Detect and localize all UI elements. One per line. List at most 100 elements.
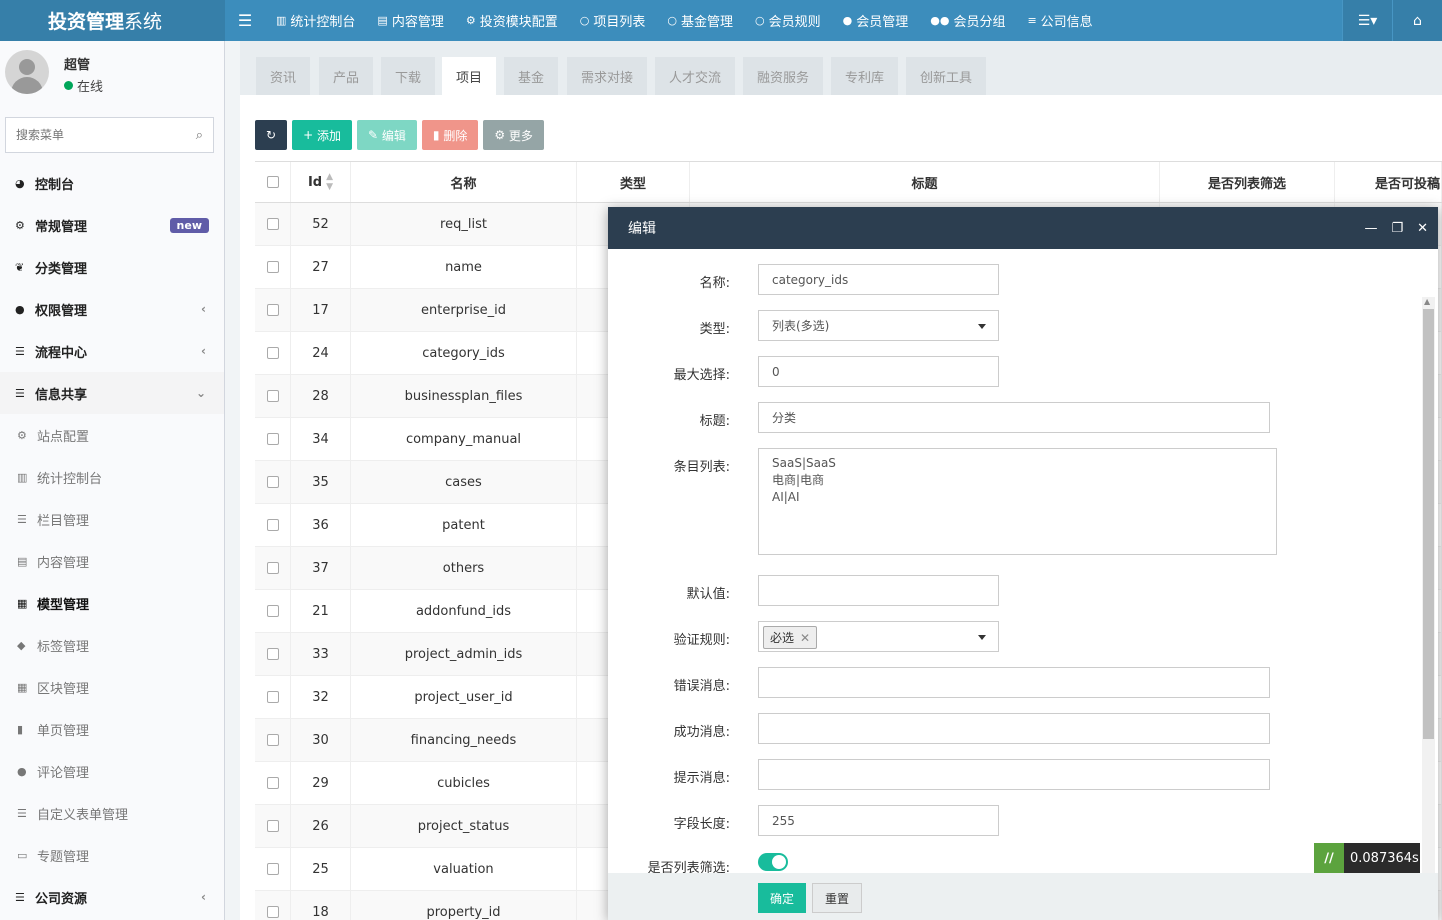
- sidebar-item-tags[interactable]: ◆ 标签管理: [0, 624, 224, 666]
- sidebar-item-content[interactable]: ▤ 内容管理: [0, 540, 224, 582]
- sidebar-item-auth[interactable]: ● 权限管理 ‹: [0, 288, 224, 330]
- tab-projects[interactable]: 项目: [442, 57, 497, 95]
- more-button[interactable]: ⚙ 更多: [483, 120, 544, 150]
- select-all-checkbox[interactable]: [266, 176, 279, 188]
- dialog-scrollbar[interactable]: ▲ ▼: [1422, 297, 1435, 873]
- topnav-item-content[interactable]: ▤ 内容管理: [366, 0, 454, 41]
- tab-news[interactable]: 资讯: [256, 57, 311, 95]
- default-input[interactable]: [758, 575, 999, 606]
- sidebar-item-workflow[interactable]: ☰ 流程中心 ‹: [0, 330, 224, 372]
- field-label: 默认值:: [686, 587, 730, 602]
- topnav-item-stats[interactable]: ▥ 统计控制台: [265, 0, 366, 41]
- rule-select[interactable]: 必选 ✕: [758, 621, 999, 652]
- sidebar-item-stats[interactable]: ▥ 统计控制台: [0, 456, 224, 498]
- topnav-item-invest-config[interactable]: ⚙ 投资模块配置: [455, 0, 569, 41]
- max-select-input[interactable]: 0: [758, 356, 999, 387]
- debug-timer[interactable]: ∕∕ 0.087364s: [1314, 843, 1420, 873]
- row-checkbox[interactable]: [266, 390, 279, 402]
- tab-financing[interactable]: 融资服务: [743, 57, 824, 95]
- new-badge: new: [169, 218, 209, 233]
- filter-toggle[interactable]: [758, 853, 788, 871]
- confirm-button[interactable]: 确定: [758, 883, 807, 913]
- type-select[interactable]: 列表(多选): [758, 310, 999, 341]
- sidebar-item-category[interactable]: ❦ 分类管理: [0, 246, 224, 288]
- row-checkbox[interactable]: [266, 519, 279, 531]
- row-checkbox[interactable]: [266, 605, 279, 617]
- topnav-item-funds[interactable]: ○ 基金管理: [656, 0, 744, 41]
- sidebar-item-info-share[interactable]: ☰ 信息共享 ⌄: [0, 372, 224, 414]
- row-checkbox[interactable]: [266, 906, 279, 918]
- topnav-item-company[interactable]: ≡ 公司信息: [1016, 0, 1103, 41]
- top-bar: 投资管理 系统 ☰ ▥ 统计控制台 ▤ 内容管理 ⚙ 投资模块配置 ○ 项目列表 ○ 基金管…: [0, 0, 1442, 41]
- reset-button[interactable]: 重置: [812, 883, 863, 913]
- tip-input[interactable]: [758, 759, 1270, 790]
- minimize-icon[interactable]: —: [1364, 221, 1377, 236]
- user-status: 在线: [64, 76, 103, 95]
- row-checkbox[interactable]: [266, 562, 279, 574]
- delete-button[interactable]: ▮ 删除: [421, 120, 479, 150]
- tab-patents[interactable]: 专利库: [831, 57, 899, 95]
- row-checkbox[interactable]: [266, 863, 279, 875]
- refresh-button[interactable]: ↻: [255, 120, 288, 150]
- row-checkbox[interactable]: [266, 648, 279, 660]
- close-icon[interactable]: ✕: [1417, 221, 1428, 236]
- sidebar-item-site-config[interactable]: ⚙ 站点配置: [0, 414, 224, 456]
- field-label: 提示消息:: [673, 771, 730, 786]
- tab-funds[interactable]: 基金: [504, 57, 559, 95]
- tab-talent[interactable]: 人才交流: [655, 57, 736, 95]
- sidebar-item-pages[interactable]: ▮ 单页管理: [0, 708, 224, 750]
- tab-demand[interactable]: 需求对接: [567, 57, 648, 95]
- search-icon[interactable]: ⌕: [196, 128, 203, 143]
- tab-downloads[interactable]: 下载: [381, 57, 436, 95]
- tab-products[interactable]: 产品: [319, 57, 374, 95]
- sidebar-item-blocks[interactable]: ▦ 区块管理: [0, 666, 224, 708]
- row-checkbox[interactable]: [266, 261, 279, 273]
- topnav-item-members[interactable]: ● 会员管理: [832, 0, 920, 41]
- app-logo[interactable]: 投资管理 系统: [0, 0, 225, 41]
- sidebar-item-comments[interactable]: ● 评论管理: [0, 750, 224, 792]
- cogs-icon: ⚙: [17, 428, 27, 442]
- close-icon[interactable]: ✕: [800, 631, 810, 645]
- row-checkbox[interactable]: [266, 691, 279, 703]
- sidebar-item-topics[interactable]: ▭ 专题管理: [0, 834, 224, 876]
- menu-search-input[interactable]: [16, 128, 196, 142]
- length-input[interactable]: 255: [758, 805, 999, 836]
- success-input[interactable]: [758, 713, 1270, 744]
- error-input[interactable]: [758, 667, 1270, 698]
- title-input[interactable]: 分类: [758, 402, 1270, 433]
- cell-name: cubicles: [351, 762, 577, 804]
- row-checkbox[interactable]: [266, 433, 279, 445]
- header-name: 名称: [351, 162, 577, 202]
- sidebar-item-dashboard[interactable]: ◕ 控制台: [0, 162, 224, 204]
- topnav-item-member-groups[interactable]: ●● 会员分组: [919, 0, 1016, 41]
- sidebar-item-models[interactable]: ▦ 模型管理: [0, 582, 224, 624]
- add-button[interactable]: + 添加: [292, 120, 352, 150]
- sidebar-item-channels[interactable]: ☰ 栏目管理: [0, 498, 224, 540]
- scroll-up-icon[interactable]: ▲: [1424, 297, 1430, 306]
- field-label: 错误消息:: [673, 679, 730, 694]
- topnav-item-projects[interactable]: ○ 项目列表: [569, 0, 657, 41]
- trash-icon: ▮: [432, 128, 440, 142]
- tab-innovation[interactable]: 创新工具: [906, 57, 987, 95]
- sidebar-item-custom-forms[interactable]: ☰ 自定义表单管理: [0, 792, 224, 834]
- row-checkbox[interactable]: [266, 777, 279, 789]
- menu-icon[interactable]: ☰: [225, 0, 265, 41]
- items-textarea[interactable]: SaaS|SaaS 电商|电商 AI|AI: [758, 448, 1277, 555]
- scroll-thumb[interactable]: [1423, 309, 1434, 739]
- maximize-icon[interactable]: ❐: [1391, 221, 1403, 236]
- row-checkbox[interactable]: [266, 734, 279, 746]
- row-checkbox[interactable]: [266, 218, 279, 230]
- topnav-item-member-rules[interactable]: ○ 会员规则: [744, 0, 832, 41]
- sidebar-item-company-resources[interactable]: ☰ 公司资源 ‹: [0, 876, 224, 918]
- row-checkbox[interactable]: [266, 347, 279, 359]
- edit-button[interactable]: ✎ 编辑: [356, 120, 417, 150]
- row-checkbox[interactable]: [266, 304, 279, 316]
- row-checkbox[interactable]: [266, 476, 279, 488]
- home-icon[interactable]: ⌂: [1392, 0, 1442, 41]
- chevron-left-icon: ‹: [201, 302, 206, 316]
- name-input[interactable]: category_ids: [758, 264, 999, 295]
- sidebar-item-general[interactable]: ⚙ 常规管理 new: [0, 204, 224, 246]
- header-id[interactable]: Id ▲ ▼: [291, 162, 351, 202]
- list-dropdown-icon[interactable]: ☰▾: [1342, 0, 1392, 41]
- row-checkbox[interactable]: [266, 820, 279, 832]
